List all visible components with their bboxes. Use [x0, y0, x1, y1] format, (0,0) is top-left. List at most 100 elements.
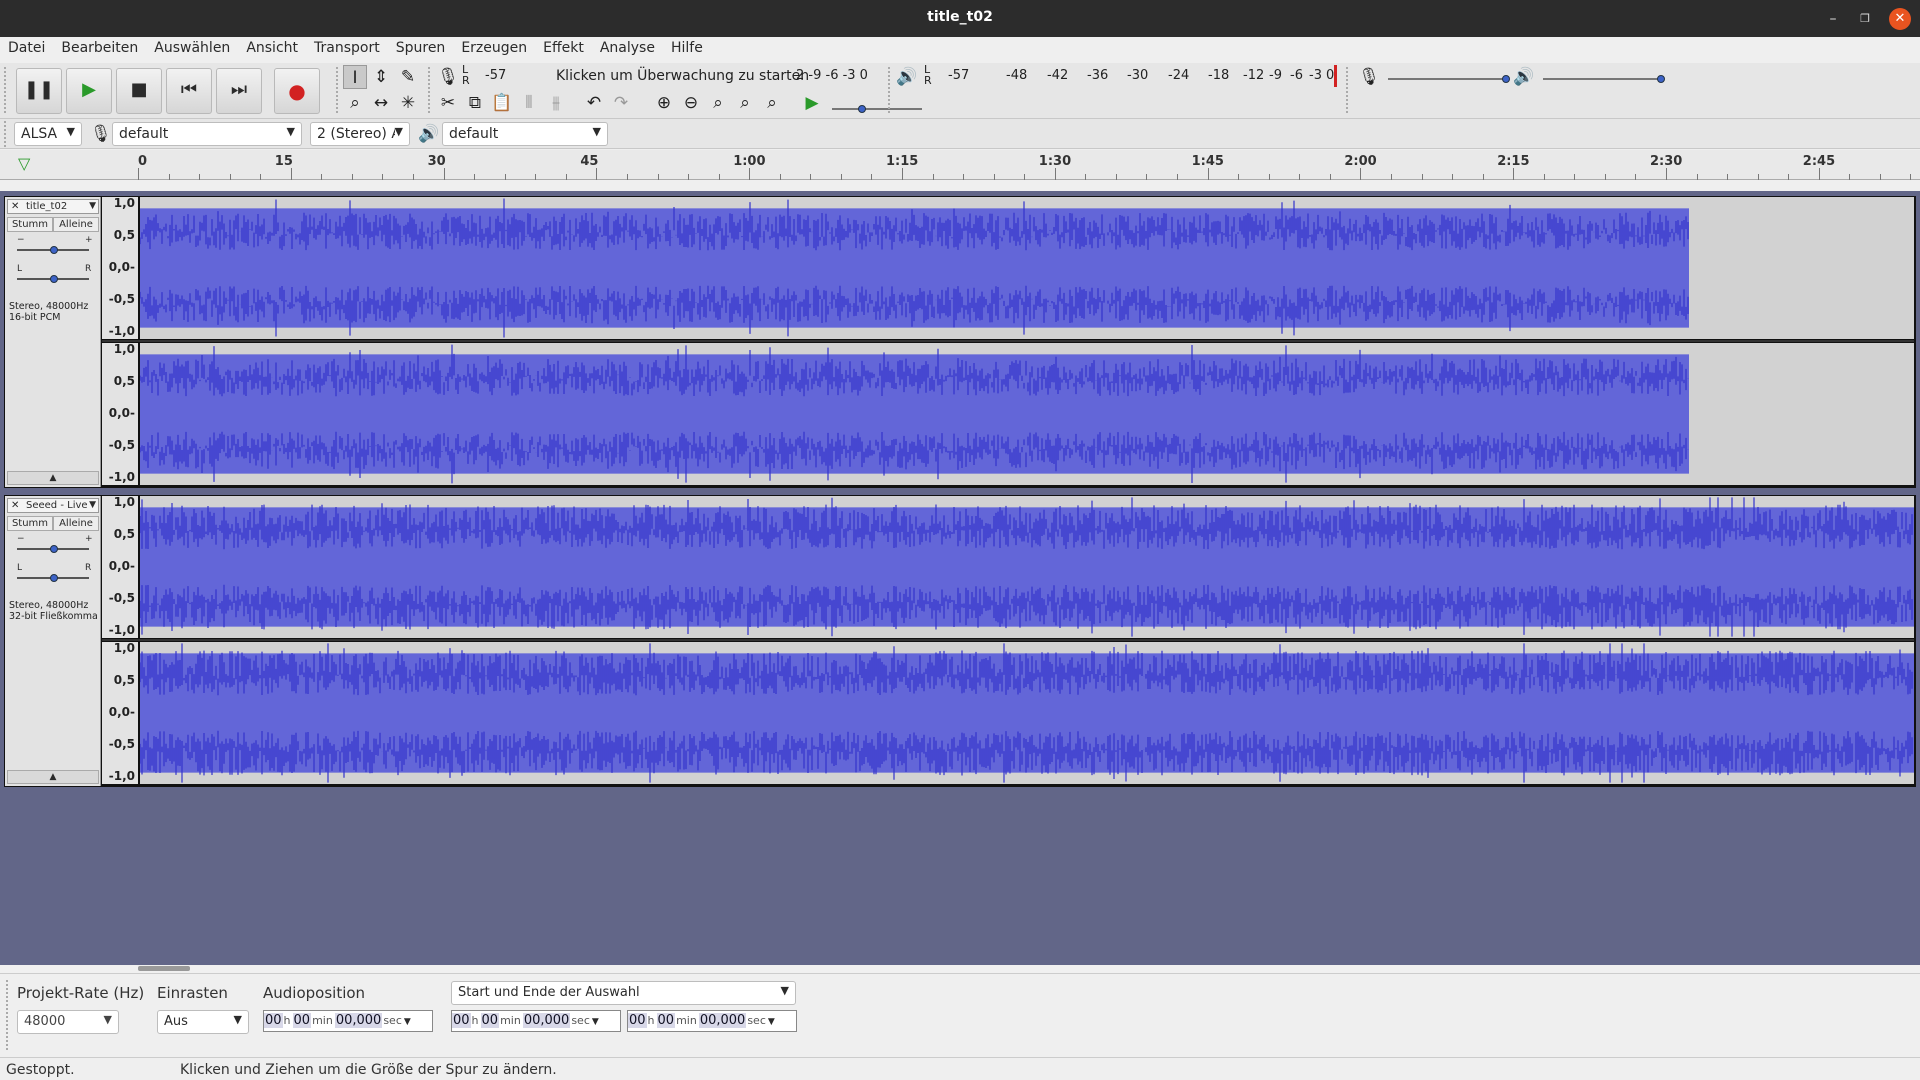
- zoom-in-button[interactable]: ⊕: [652, 91, 676, 115]
- waveform-channel[interactable]: [140, 496, 1914, 638]
- play-button[interactable]: ▶: [66, 68, 112, 114]
- amplitude-label: 0,0-: [108, 705, 135, 719]
- menu-analyse[interactable]: Analyse: [592, 37, 663, 56]
- play-speed-knob[interactable]: [858, 105, 866, 113]
- snap-select[interactable]: Aus ▼: [157, 1010, 249, 1034]
- menu-ansicht[interactable]: Ansicht: [238, 37, 306, 56]
- rec-meter-prompt[interactable]: Klicken um Überwachung zu starten: [556, 68, 809, 84]
- playback-meter-button[interactable]: 🔊: [895, 65, 919, 89]
- pan-knob[interactable]: [50, 275, 58, 283]
- record-volume-slider[interactable]: [1388, 75, 1510, 83]
- project-rate-select[interactable]: 48000 ▼: [17, 1010, 119, 1034]
- redo-button[interactable]: ↷: [609, 91, 633, 115]
- trim-button[interactable]: ⫴: [517, 91, 541, 115]
- gain-slider[interactable]: [17, 545, 89, 553]
- mute-button[interactable]: Stumm: [7, 516, 53, 531]
- toolbar-grip[interactable]: [428, 67, 430, 115]
- playback-device-select[interactable]: default ▼: [442, 122, 608, 146]
- solo-button[interactable]: Alleine: [53, 516, 99, 531]
- minutes-unit: min: [500, 1014, 521, 1027]
- zoom-out-button[interactable]: ⊖: [679, 91, 703, 115]
- menu-hilfe[interactable]: Hilfe: [663, 37, 711, 56]
- waveform-channel[interactable]: [140, 343, 1914, 485]
- horizontal-scrollbar[interactable]: [0, 965, 1920, 973]
- menu-effekt[interactable]: Effekt: [535, 37, 592, 56]
- close-icon[interactable]: ✕: [1889, 8, 1911, 30]
- gain-slider[interactable]: [17, 246, 89, 254]
- fit-selection-button[interactable]: ⌕: [706, 91, 730, 115]
- zoom-tool[interactable]: ⌕: [343, 91, 367, 115]
- menu-spuren[interactable]: Spuren: [388, 37, 454, 56]
- mute-button[interactable]: Stumm: [7, 217, 53, 232]
- audio-host-select[interactable]: ALSA ▼: [14, 122, 82, 146]
- skip-to-end-button[interactable]: ⏭: [216, 68, 262, 114]
- cut-button[interactable]: ✂: [436, 91, 460, 115]
- collapse-track-button[interactable]: ▲: [7, 770, 99, 784]
- menu-transport[interactable]: Transport: [306, 37, 388, 56]
- timeline-ruler[interactable]: ▽ 0 15 30 45 1:00 1:15 1:30 1:45 2:00 2:15 2:30 2:4…: [0, 150, 1920, 180]
- pause-button[interactable]: ❚❚: [16, 68, 62, 114]
- multi-tool[interactable]: ✳: [396, 91, 420, 115]
- selection-start-time[interactable]: 00 h 00 min 00,000 sec ▼: [451, 1010, 621, 1032]
- selection-tool[interactable]: I: [343, 65, 367, 89]
- pan-slider[interactable]: [17, 275, 89, 283]
- gain-knob[interactable]: [50, 246, 58, 254]
- playhead-pin-icon[interactable]: ▽: [18, 154, 30, 173]
- scrollbar-thumb[interactable]: [138, 966, 190, 971]
- zoom-toggle-button[interactable]: ⌕: [760, 91, 784, 115]
- close-track-icon[interactable]: ✕: [11, 499, 19, 512]
- playback-volume-knob[interactable]: [1657, 75, 1665, 83]
- recording-device-select[interactable]: default ▼: [112, 122, 302, 146]
- selection-mode-select[interactable]: Start und Ende der Auswahl ▼: [451, 981, 796, 1005]
- track-name-menu[interactable]: ✕ title_t02 ▼: [7, 199, 99, 214]
- minimize-icon[interactable]: –: [1822, 8, 1844, 30]
- play-at-speed-button[interactable]: ▶: [800, 91, 824, 115]
- toolbar-grip[interactable]: [4, 67, 6, 115]
- amplitude-ruler[interactable]: 1,0 0,5 0,0- -0,5 -1,0: [102, 495, 138, 638]
- stop-icon: ■: [130, 79, 148, 100]
- amplitude-ruler[interactable]: 1,0 0,5 0,0- -0,5 -1,0: [102, 342, 138, 485]
- copy-button[interactable]: ⧉: [463, 91, 487, 115]
- close-track-icon[interactable]: ✕: [11, 200, 19, 213]
- amplitude-ruler[interactable]: 1,0 0,5 0,0- -0,5 -1,0: [102, 196, 138, 339]
- silence-button[interactable]: ⫵: [544, 91, 568, 115]
- gain-knob[interactable]: [50, 545, 58, 553]
- paste-button[interactable]: 📋: [490, 91, 514, 115]
- waveform-channel[interactable]: [140, 197, 1914, 339]
- audio-track[interactable]: ✕ title_t02 ▼ Stumm Alleine − + L R Stereo…: [4, 196, 1916, 488]
- amplitude-ruler[interactable]: 1,0 0,5 0,0- -0,5 -1,0: [102, 641, 138, 784]
- maximize-icon[interactable]: ❐: [1854, 8, 1876, 30]
- recording-channels-select[interactable]: 2 (Stereo) A ▼: [310, 122, 410, 146]
- tracks-area[interactable]: ✕ title_t02 ▼ Stumm Alleine − + L R Stereo…: [0, 191, 1920, 965]
- skip-to-start-button[interactable]: ⏮: [166, 68, 212, 114]
- menu-datei[interactable]: Datei: [0, 37, 53, 56]
- audio-position-time[interactable]: 00 h 00 min 00,000 sec ▼: [263, 1010, 433, 1032]
- undo-button[interactable]: ↶: [582, 91, 606, 115]
- playback-volume-slider[interactable]: [1543, 75, 1665, 83]
- fit-project-button[interactable]: ⌕: [733, 91, 757, 115]
- toolbar-grip[interactable]: [1346, 67, 1348, 115]
- track-name-menu[interactable]: ✕ Seeed - Live ▼: [7, 498, 99, 513]
- pan-knob[interactable]: [50, 574, 58, 582]
- pan-slider[interactable]: [17, 574, 89, 582]
- stop-button[interactable]: ■: [116, 68, 162, 114]
- menu-erzeugen[interactable]: Erzeugen: [453, 37, 535, 56]
- collapse-track-button[interactable]: ▲: [7, 471, 99, 485]
- toolbar-grip[interactable]: [6, 980, 8, 1050]
- solo-button[interactable]: Alleine: [53, 217, 99, 232]
- envelope-tool[interactable]: ⇕: [369, 65, 393, 89]
- waveform-channel[interactable]: [140, 642, 1914, 784]
- record-button[interactable]: ●: [274, 68, 320, 114]
- draw-tool[interactable]: ✎: [396, 65, 420, 89]
- selection-end-time[interactable]: 00 h 00 min 00,000 sec ▼: [627, 1010, 797, 1032]
- record-meter-button[interactable]: 🎙: [436, 65, 460, 89]
- audio-track[interactable]: ✕ Seeed - Live ▼ Stumm Alleine − + L R Ste…: [4, 495, 1916, 787]
- toolbar-grip[interactable]: [336, 67, 338, 115]
- timeshift-tool[interactable]: ↔: [369, 91, 393, 115]
- record-volume-knob[interactable]: [1502, 75, 1510, 83]
- menu-bearbeiten[interactable]: Bearbeiten: [53, 37, 146, 56]
- menu-auswaehlen[interactable]: Auswählen: [146, 37, 238, 56]
- toolbar-grip[interactable]: [888, 67, 890, 115]
- play-speed-slider[interactable]: [832, 105, 922, 113]
- toolbar-grip[interactable]: [4, 121, 6, 147]
